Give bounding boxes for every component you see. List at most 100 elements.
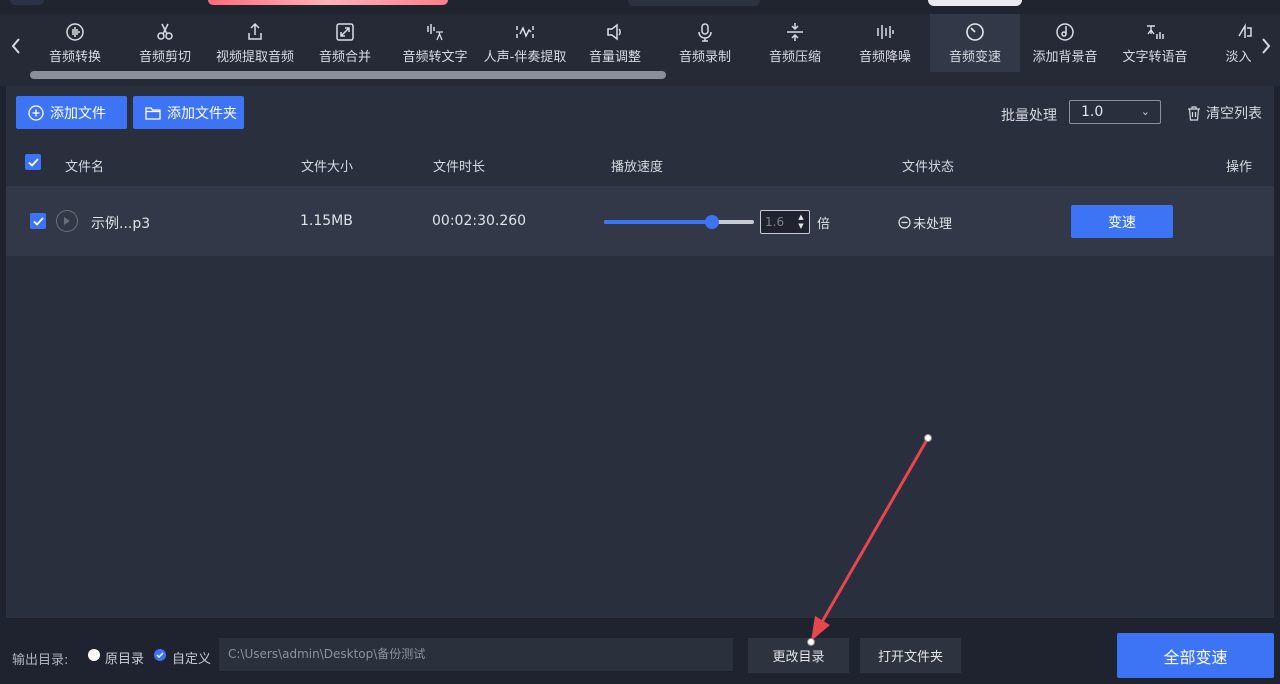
tool-audio-compress[interactable]: 音频压缩 [750,14,840,72]
output-path-field[interactable]: C:\Users\admin\Desktop\备份测试 [219,638,733,671]
chevron-left-icon [11,38,20,54]
select-all-checkbox[interactable] [25,154,41,170]
app-logo-fragment [10,0,44,5]
convert-all-label: 全部变速 [1163,647,1228,667]
change-speed-label: 变速 [1108,214,1136,231]
tool-audio-convert[interactable]: 音频转换 [30,14,120,72]
change-directory-label: 更改目录 [772,650,825,665]
tool-audio-cut[interactable]: 音频剪切 [120,14,210,72]
tool-fade[interactable]: 淡入淡 [1200,14,1252,72]
checkmark-icon [156,652,164,658]
tool-audio-to-text[interactable]: 音频转文字 [390,14,480,72]
add-file-label: 添加文件 [50,105,106,122]
stepper-up-icon[interactable]: ▲ [796,213,806,222]
header-tab-fragment [628,0,760,6]
merge-icon [336,23,354,41]
tool-label: 文字转语音 [1122,50,1188,65]
tool-label: 人声-伴奏提取 [483,50,567,65]
tool-video-extract-audio[interactable]: 视频提取音频 [210,14,300,72]
text-to-speech-icon [1147,25,1164,39]
tool-add-background-music[interactable]: 添加背景音 [1020,14,1110,72]
file-name: 示例...p3 [91,216,151,232]
batch-speed-value: 1.0 [1081,104,1104,120]
output-bar: 输出目录: 原目录 自定义 C:\Users\admin\Desktop\备份测… [0,618,1280,684]
microphone-icon [698,23,712,42]
header-button-fragment [928,0,1022,6]
tool-noise-reduction[interactable]: 音频降噪 [840,14,930,72]
change-directory-button[interactable]: 更改目录 [748,638,849,673]
status-text: 未处理 [913,217,953,232]
tool-audio-merge[interactable]: 音频合并 [300,14,390,72]
table-header: 文件名 文件大小 文件时长 播放速度 文件状态 操作 [6,146,1274,186]
folder-icon [145,106,161,120]
row-checkbox[interactable] [30,213,46,229]
table-row: 示例...p3 1.15MB 00:02:30.260 ▲ ▼ 倍 未处理 变速 [6,186,1274,256]
tool-label: 音频转文字 [402,50,468,65]
play-icon [64,217,70,225]
output-directory-label: 输出目录: [12,653,69,668]
speed-input[interactable] [761,211,793,233]
open-folder-label: 打开文件夹 [877,650,943,665]
option-custom-label[interactable]: 自定义 [172,648,211,667]
speed-slider-fill [604,220,712,224]
stepper-down-icon[interactable]: ▼ [796,222,806,231]
stepper-arrows[interactable]: ▲ ▼ [796,213,806,231]
promo-banner-fragment [208,0,448,5]
batch-process-label: 批量处理 [1001,108,1057,124]
speed-unit: 倍 [817,217,831,232]
option-original-label[interactable]: 原目录 [105,648,144,667]
file-duration: 00:02:30.260 [432,213,527,229]
convert-all-button[interactable]: 全部变速 [1117,633,1274,678]
speedometer-icon [966,23,984,41]
speech-to-text-icon [427,24,443,41]
checkmark-icon [32,216,44,226]
radio-original-dir[interactable] [88,649,100,661]
tool-label: 淡入淡 [1225,50,1252,65]
file-size: 1.15MB [300,213,353,229]
speed-slider-thumb[interactable] [705,215,719,229]
header-play-speed: 播放速度 [611,160,664,175]
change-speed-button[interactable]: 变速 [1071,205,1173,238]
add-folder-button[interactable]: 添加文件夹 [133,96,244,129]
tool-label: 视频提取音频 [215,50,294,65]
tool-list: 音频转换 音频剪切 视频提取音频 音频合并 音频转文字 人声-伴奏提取 音量调整 [30,14,1252,72]
clear-list-label: 清空列表 [1206,106,1262,122]
noise-reduction-icon [877,25,894,39]
play-button[interactable] [56,210,78,232]
scroll-left-button[interactable] [2,32,30,60]
background-music-icon [1056,23,1074,41]
header-file-name: 文件名 [65,160,105,175]
add-file-button[interactable]: 添加文件 [16,96,127,129]
clear-list-button[interactable]: 清空列表 [1187,103,1262,123]
tool-volume-adjust[interactable]: 音量调整 [570,14,660,72]
tool-vocal-extract[interactable]: 人声-伴奏提取 [480,14,570,72]
tool-label: 音量调整 [588,50,641,65]
trash-icon [1188,105,1200,121]
add-folder-label: 添加文件夹 [167,105,237,122]
volume-icon [607,23,621,41]
speed-stepper[interactable]: ▲ ▼ [760,210,810,234]
chevron-right-icon [1262,38,1271,54]
header-file-size: 文件大小 [301,160,354,175]
upload-icon [248,22,262,40]
open-folder-button[interactable]: 打开文件夹 [860,638,961,673]
speed-slider[interactable] [604,215,754,229]
status-badge: 未处理 [898,213,952,232]
header-file-duration: 文件时长 [433,160,486,175]
tool-label: 音频变速 [948,50,1001,65]
file-list-panel: 添加文件 添加文件夹 批量处理 1.0 ⌄ 清空列表 文件名 文件大小 文件时长… [6,86,1274,618]
toolbar-scrollbar[interactable] [30,71,666,79]
header-file-status: 文件状态 [902,160,955,175]
top-strip [0,0,1280,14]
tool-label: 添加背景音 [1032,50,1098,65]
tool-audio-record[interactable]: 音频录制 [660,14,750,72]
radio-custom-dir[interactable] [154,649,166,661]
scroll-right-button[interactable] [1252,32,1280,60]
compress-icon [787,23,803,41]
tool-text-to-speech[interactable]: 文字转语音 [1110,14,1200,72]
tool-audio-speed[interactable]: 音频变速 [930,14,1020,72]
tool-label: 音频压缩 [768,50,821,65]
chevron-down-icon: ⌄ [1140,105,1150,118]
tool-label: 音频录制 [678,50,731,65]
batch-speed-select[interactable]: 1.0 ⌄ [1069,100,1161,124]
